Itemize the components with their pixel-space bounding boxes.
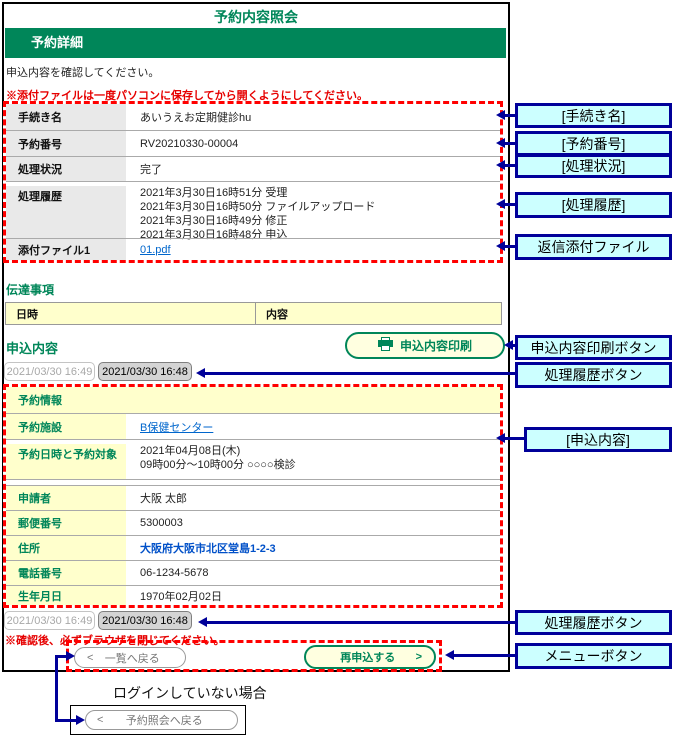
row-label: 住所	[6, 536, 126, 560]
connector-bottom-line	[58, 719, 76, 722]
arrow-procedure	[505, 114, 515, 117]
attachment-pdf-link[interactable]: 01.pdf	[140, 244, 171, 256]
history-line: 2021年3月30日16時50分 ファイルアップロード	[140, 200, 500, 214]
back-button-label: 一覧へ戻る	[93, 650, 185, 666]
reapply-button[interactable]: 再申込する >	[304, 645, 436, 669]
table-row-procedure: 手続き名 あいうえお定期健診hu	[6, 104, 500, 130]
annotation-history: [処理履歴]	[515, 192, 672, 218]
table-row-attachment: 添付ファイル1 01.pdf	[6, 238, 500, 260]
connector-vertical-line	[55, 655, 58, 722]
row-value: 06-1234-5678	[126, 567, 500, 579]
arrow-status	[505, 164, 515, 167]
table-row-datetime: 予約日時と予約対象 2021年04月08日(木) 09時00分～10時00分 ○…	[6, 439, 500, 479]
connector-top-line	[58, 655, 66, 658]
row-label: 生年月日	[6, 586, 126, 605]
annotation-reply-attachment: 返信添付ファイル	[515, 234, 672, 260]
facility-link[interactable]: B保健センター	[140, 422, 213, 434]
table-row-applicant: 申請者 大阪 太郎	[6, 485, 500, 510]
history-tab-newer-top[interactable]: 2021/03/30 16:48	[98, 362, 192, 381]
back-to-inquiry-button[interactable]: < 予約照会へ戻る	[85, 710, 238, 730]
row-label: 手続き名	[6, 104, 126, 130]
annotation-menu-button: メニューボタン	[515, 643, 672, 669]
history-line: 2021年3月30日16時51分 受理	[140, 186, 500, 200]
table-row-birthdate: 生年月日 1970年02月02日	[6, 585, 500, 605]
print-application-button[interactable]: 申込内容印刷	[345, 332, 505, 359]
table-row-number: 予約番号 RV20210330-00004	[6, 130, 500, 156]
history-tab-older-top[interactable]: 2021/03/30 16:49	[4, 362, 95, 381]
row-value: 01.pdf	[126, 244, 500, 256]
not-logged-in-note: ログインしていない場合	[113, 683, 267, 703]
row-value: 完了	[126, 161, 500, 177]
row-label: 申請者	[6, 486, 126, 510]
annotation-application-content: [申込内容]	[524, 427, 672, 452]
annotation-history-button-bottom: 処理履歴ボタン	[515, 610, 672, 635]
application-heading: 申込内容	[6, 338, 58, 357]
row-value: RV20210330-00004	[126, 138, 500, 150]
reservation-detail-box: 手続き名 あいうえお定期健診hu 予約番号 RV20210330-00004 処…	[3, 101, 503, 263]
arrow-history	[505, 203, 515, 206]
table-row-status: 処理状況 完了	[6, 156, 500, 181]
row-label: 予約番号	[6, 131, 126, 156]
arrow-print-button	[513, 344, 515, 347]
arrow-history-tab-bottom	[207, 621, 515, 624]
connector-bottom-arrowhead	[76, 715, 85, 725]
screenshot-root: 予約内容照会 予約詳細 申込内容を確認してください。 ※添付ファイルは一度パソコ…	[0, 0, 679, 737]
row-value: 大阪府大阪市北区堂島1-2-3	[126, 540, 500, 556]
application-content-box: 予約情報 予約施設 B保健センター 予約日時と予約対象 2021年04月08日(…	[3, 384, 503, 608]
arrow-number	[505, 142, 515, 145]
reapply-button-label: 再申込する	[306, 649, 416, 665]
annotation-print-button: 申込内容印刷ボタン	[515, 335, 672, 360]
history-tab-older-bottom[interactable]: 2021/03/30 16:49	[4, 611, 95, 630]
annotation-status: [処理状況]	[515, 154, 672, 178]
row-label: 電話番号	[6, 561, 126, 585]
arrow-application-content	[505, 437, 524, 440]
table-row-facility: 予約施設 B保健センター	[6, 413, 500, 439]
datetime-line: 2021年04月08日(木)	[140, 444, 500, 458]
inquiry-back-label: 予約照会へ戻る	[103, 712, 237, 728]
section-header-bar: 予約詳細	[5, 28, 506, 58]
table-row-address: 住所 大阪府大阪市北区堂島1-2-3	[6, 535, 500, 560]
row-value: B保健センター	[126, 419, 500, 435]
row-label: 予約施設	[6, 414, 126, 439]
connector-top-arrowhead	[66, 651, 75, 661]
row-label: 処理状況	[6, 157, 126, 181]
table-row-history: 処理履歴 2021年3月30日16時51分 受理 2021年3月30日16時50…	[6, 181, 500, 238]
notice-heading: 伝達事項	[6, 281, 54, 298]
history-tab-newer-bottom[interactable]: 2021/03/30 16:48	[98, 611, 192, 630]
notice-col-datetime: 日時	[6, 303, 256, 324]
arrow-history-tab-top	[205, 372, 515, 375]
row-label: 郵便番号	[6, 511, 126, 535]
datetime-line: 09時00分～10時00分 ○○○○検診	[140, 458, 500, 472]
chevron-right-icon: >	[416, 651, 422, 663]
print-button-label: 申込内容印刷	[400, 337, 472, 354]
row-label: 添付ファイル1	[6, 239, 126, 260]
annotation-procedure-name: [手続き名]	[515, 103, 672, 128]
row-value: 5300003	[126, 517, 500, 529]
history-line: 2021年3月30日16時49分 修正	[140, 214, 500, 228]
table-row-postal: 郵便番号 5300003	[6, 510, 500, 535]
row-value: 1970年02月02日	[126, 588, 500, 604]
history-lines: 2021年3月30日16時51分 受理 2021年3月30日16時50分 ファイ…	[126, 186, 500, 242]
table-row-phone: 電話番号 06-1234-5678	[6, 560, 500, 585]
notice-col-content: 内容	[256, 306, 288, 322]
row-label: 予約日時と予約対象	[6, 444, 126, 479]
instruction-text: 申込内容を確認してください。	[6, 64, 159, 80]
reservation-info-header: 予約情報	[6, 387, 500, 413]
page-title: 予約内容照会	[2, 7, 510, 27]
back-to-list-button[interactable]: < 一覧へ戻る	[74, 647, 186, 668]
notice-table-header: 日時 内容	[5, 302, 502, 325]
arrow-attachment	[505, 245, 515, 248]
row-label: 処理履歴	[6, 186, 126, 238]
annotation-reservation-number: [予約番号]	[515, 131, 672, 156]
annotation-history-button-top: 処理履歴ボタン	[515, 362, 672, 388]
row-value: 2021年04月08日(木) 09時00分～10時00分 ○○○○検診	[126, 444, 500, 472]
row-value: 大阪 太郎	[126, 490, 500, 506]
printer-icon	[378, 337, 393, 354]
row-value: あいうえお定期健診hu	[126, 109, 500, 125]
arrow-menu-button	[454, 654, 515, 657]
